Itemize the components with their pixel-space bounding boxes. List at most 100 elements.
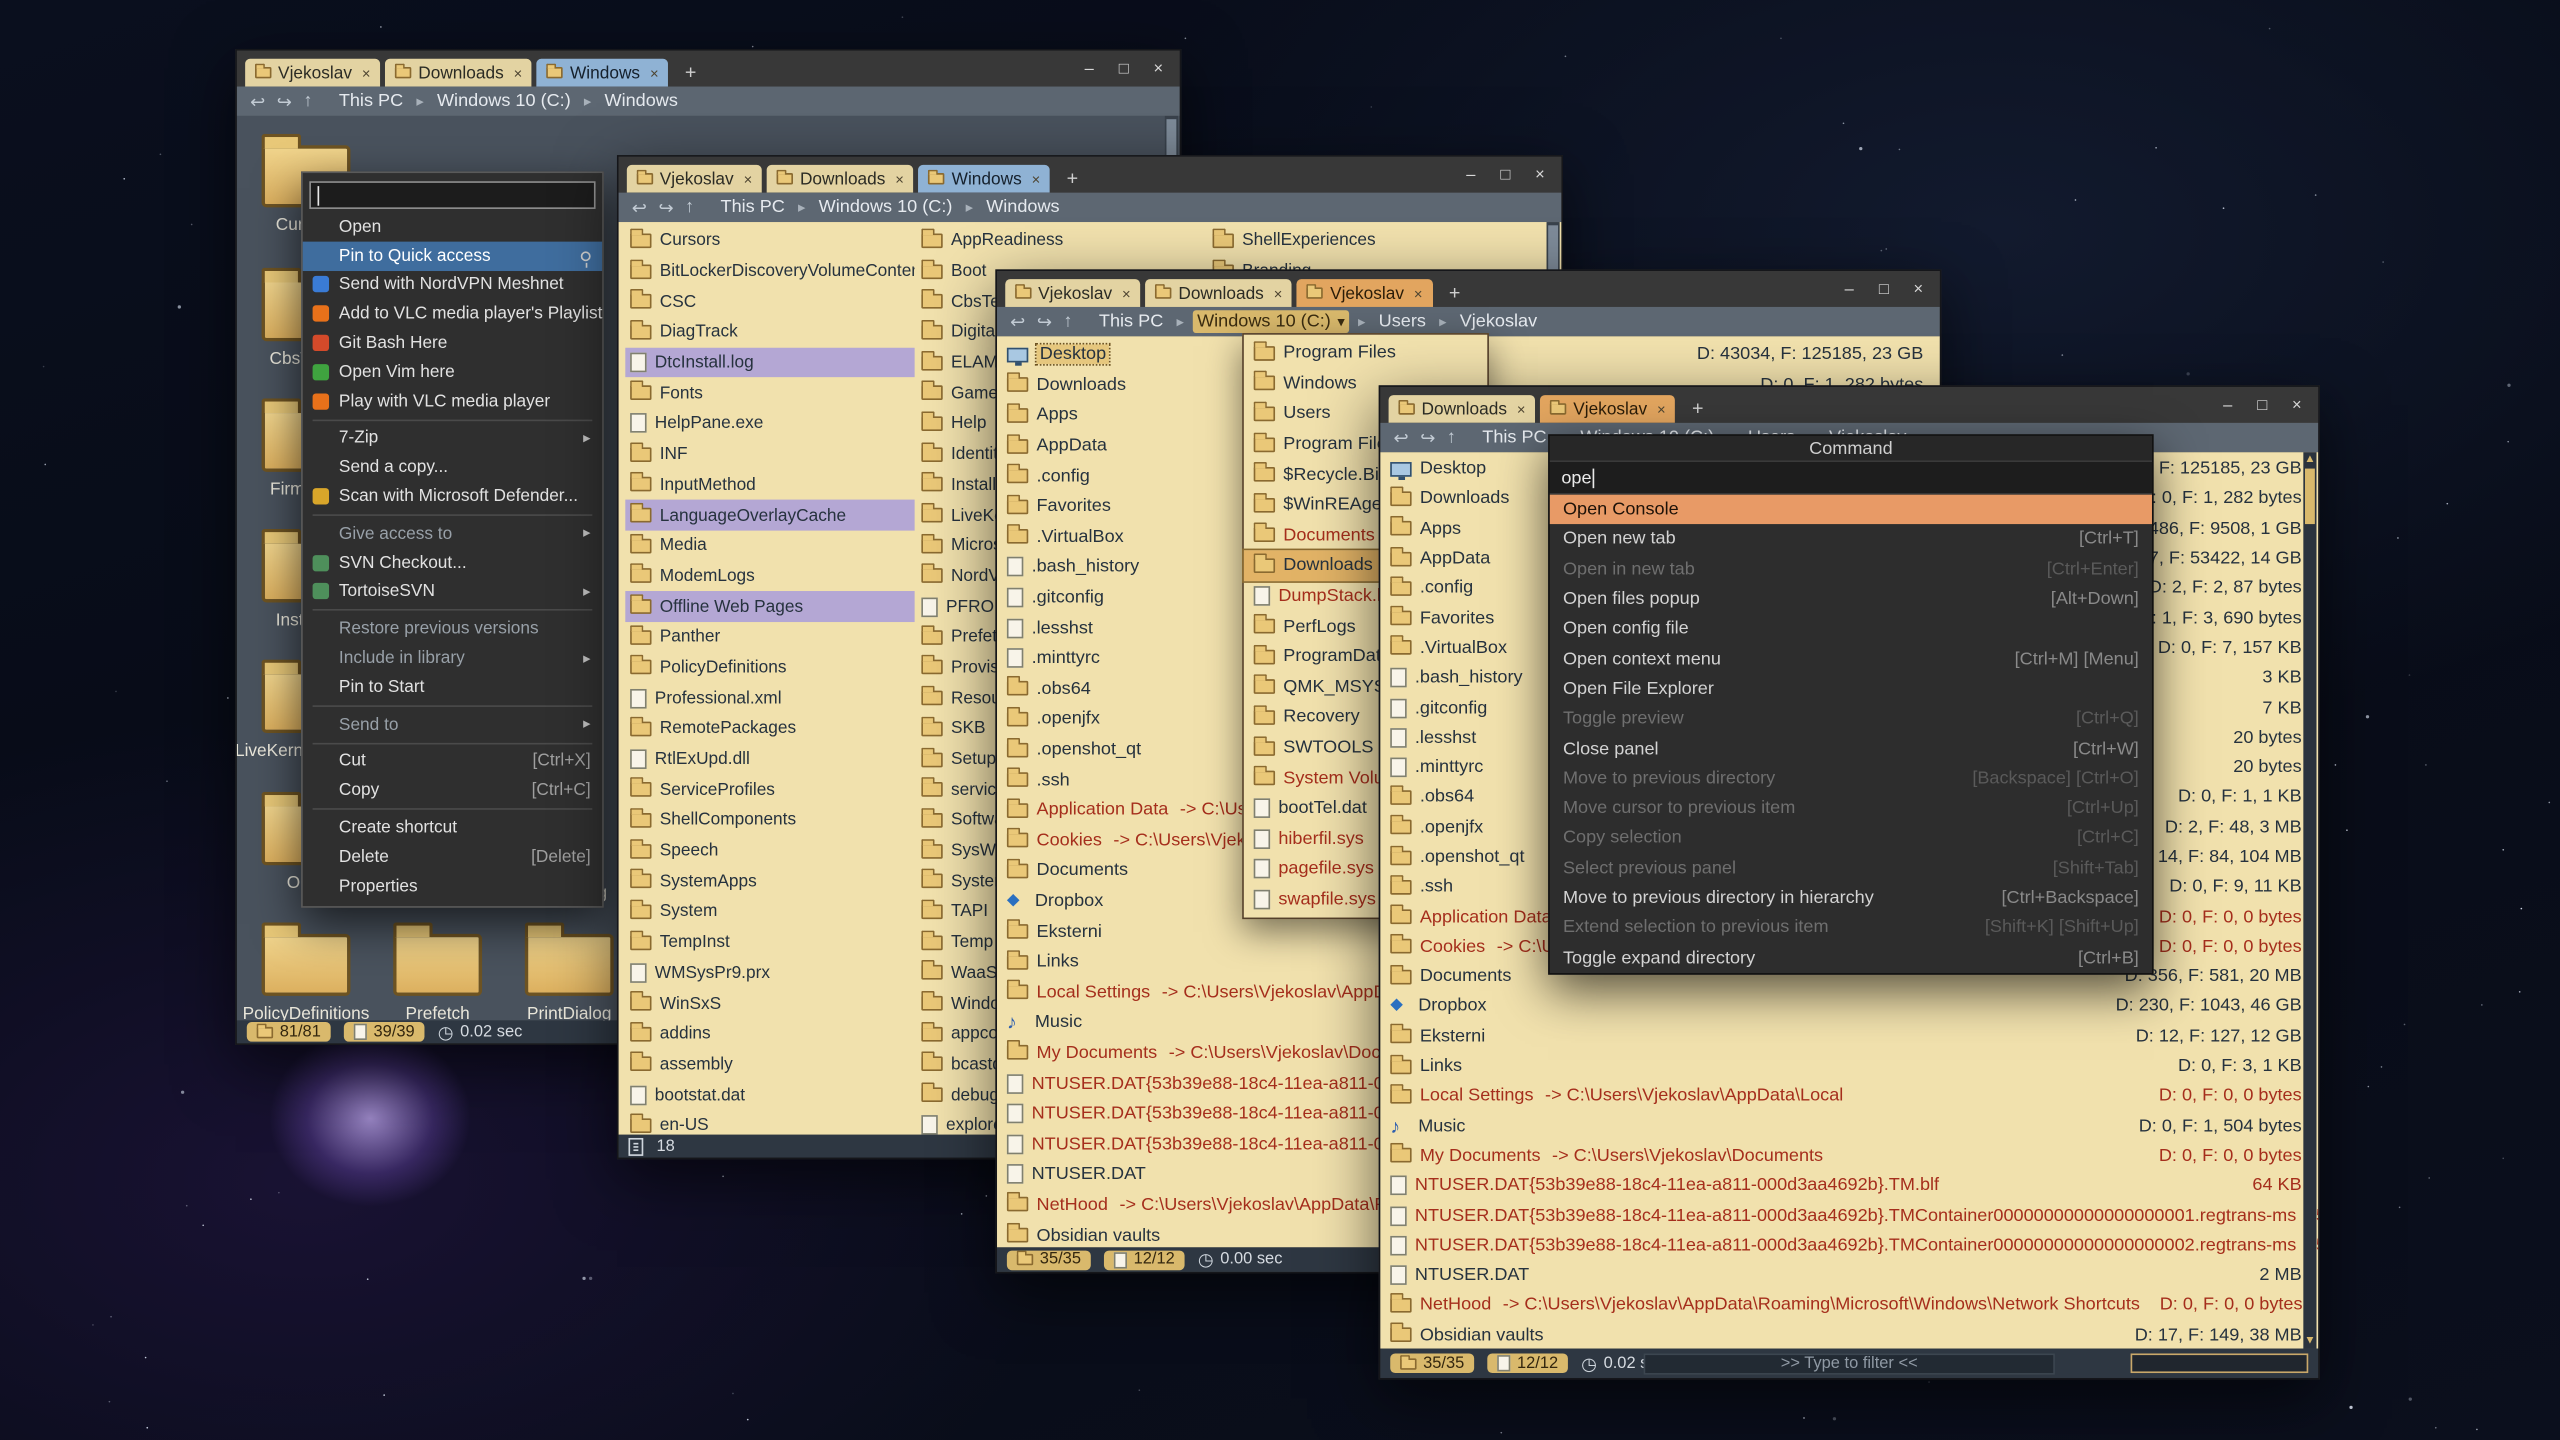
minimize-button[interactable]: – [1833, 275, 1866, 303]
menu-item[interactable]: Add to VLC media player's Playlist [303, 299, 602, 328]
forward-button[interactable]: ↪ [1037, 311, 1052, 332]
breadcrumb-item[interactable]: This PC [1094, 310, 1168, 333]
menu-item[interactable]: Send with NordVPN Meshnet [303, 270, 602, 299]
file-row[interactable]: Media [625, 530, 915, 561]
file-row[interactable]: WMSysPr9.prx [625, 958, 915, 989]
tab-windows[interactable]: Windows× [919, 165, 1050, 193]
menu-item[interactable]: Send to▸ [303, 710, 602, 739]
tab-close-icon[interactable]: × [1122, 285, 1131, 301]
menu-item[interactable]: SVN Checkout... [303, 548, 602, 577]
file-row[interactable]: Local Settings-> C:\Users\Vjekoslav\AppD… [1380, 1081, 2318, 1111]
file-row[interactable]: NTUSER.DAT2 MB [1380, 1260, 2318, 1290]
breadcrumb-item[interactable]: Vjekoslav [1455, 310, 1542, 333]
menu-item[interactable]: Properties [303, 871, 602, 900]
breadcrumb-item[interactable]: This PC [716, 196, 790, 219]
file-row[interactable]: DiagTrack [625, 317, 915, 348]
palette-item[interactable]: Open files popup[Alt+Down] [1550, 584, 2152, 614]
file-row[interactable]: RtlExUpd.dll [625, 744, 915, 775]
file-row[interactable]: System [625, 897, 915, 928]
forward-button[interactable]: ↪ [277, 91, 292, 112]
breadcrumb-item[interactable]: Users [1374, 310, 1431, 333]
file-row[interactable]: ShellExperiences [1208, 225, 1537, 256]
tab-close-icon[interactable]: × [514, 64, 523, 80]
menu-item[interactable]: Pin to Quick access [303, 241, 602, 270]
scroll-up-icon[interactable]: ▲ [2303, 452, 2316, 467]
menu-item[interactable]: Delete[Delete] [303, 842, 602, 871]
breadcrumb-item[interactable]: Windows 10 (C:) [432, 90, 576, 113]
palette-item[interactable]: Move cursor to previous item[Ctrl+Up] [1550, 793, 2152, 823]
close-button[interactable]: × [1142, 55, 1175, 83]
tab-vjekoslav[interactable]: Vjekoslav× [1540, 395, 1675, 423]
menu-item[interactable]: Include in library▸ [303, 644, 602, 673]
up-button[interactable]: ↑ [303, 91, 312, 111]
file-row[interactable]: addins [625, 1019, 915, 1050]
back-button[interactable]: ↩ [632, 197, 647, 218]
menu-item[interactable]: Restore previous versions [303, 614, 602, 643]
palette-item[interactable]: Close panel[Ctrl+W] [1550, 734, 2152, 764]
titlebar[interactable]: Vjekoslav×Downloads×Windows× + – □ × [619, 157, 1562, 193]
file-row[interactable]: PolicyDefinitions [625, 652, 915, 683]
tab-vjekoslav[interactable]: Vjekoslav× [627, 165, 762, 193]
titlebar[interactable]: Vjekoslav×Downloads×Windows×+ – □ × [237, 51, 1180, 87]
filter-input[interactable]: >> Type to filter << [1644, 1353, 2055, 1374]
file-row[interactable]: My Documents-> C:\Users\Vjekoslav\Docume… [1380, 1141, 2318, 1171]
tab-close-icon[interactable]: × [1414, 285, 1423, 301]
menu-item[interactable]: Create shortcut [303, 813, 602, 842]
file-row[interactable]: Cursors [625, 225, 915, 256]
file-row[interactable]: NTUSER.DAT{53b39e88-18c4-11ea-a811-000d3… [1380, 1171, 2318, 1201]
file-row[interactable]: TempInst [625, 927, 915, 958]
new-tab-button[interactable]: + [1060, 165, 1085, 189]
menu-item[interactable]: Send a copy... [303, 453, 602, 482]
file-row[interactable]: INF [625, 439, 915, 470]
palette-item[interactable]: Toggle expand directory[Ctrl+B] [1550, 943, 2152, 973]
tab-downloads[interactable]: Downloads× [385, 59, 532, 87]
palette-item[interactable]: Extend selection to previous item[Shift+… [1550, 913, 2152, 943]
titlebar[interactable]: Vjekoslav×Downloads×Vjekoslav×+ – □ × [997, 271, 1940, 307]
minimize-button[interactable]: – [2211, 391, 2244, 419]
tab-downloads[interactable]: Downloads× [767, 165, 914, 193]
file-row[interactable]: Offline Web Pages [625, 591, 915, 622]
desktop[interactable]: Vjekoslav×Downloads×Windows×+ – □ × ↩ ↪ … [0, 0, 2560, 1440]
tab-close-icon[interactable]: × [1517, 401, 1526, 417]
close-button[interactable]: × [1902, 275, 1935, 303]
file-row[interactable]: NetHood-> C:\Users\Vjekoslav\AppData\Roa… [1380, 1290, 2318, 1320]
file-row[interactable]: RemotePackages [625, 713, 915, 744]
menu-item[interactable]: TortoiseSVN▸ [303, 577, 602, 606]
menu-item[interactable]: Play with VLC media player [303, 387, 602, 416]
back-button[interactable]: ↩ [1394, 427, 1409, 448]
menu-item[interactable]: 7-Zip▸ [303, 424, 602, 453]
file-row[interactable]: Fonts [625, 378, 915, 409]
palette-item[interactable]: Open in new tab[Ctrl+Enter] [1550, 554, 2152, 584]
tab-close-icon[interactable]: × [895, 171, 904, 187]
breadcrumb-item[interactable]: Windows [981, 196, 1064, 219]
new-tab-button[interactable]: + [678, 59, 703, 83]
forward-button[interactable]: ↪ [1420, 427, 1435, 448]
palette-item[interactable]: Open config file [1550, 614, 2152, 644]
rename-input[interactable] [309, 181, 595, 209]
tab-close-icon[interactable]: × [362, 64, 371, 80]
file-row[interactable]: bootstat.dat [625, 1080, 915, 1111]
close-button[interactable]: × [2280, 391, 2313, 419]
menu-item[interactable]: Open [303, 212, 602, 241]
back-button[interactable]: ↩ [250, 91, 265, 112]
tab-close-icon[interactable]: × [650, 64, 659, 80]
file-row[interactable]: LanguageOverlayCache [625, 500, 915, 531]
file-row[interactable]: SystemApps [625, 866, 915, 897]
up-button[interactable]: ↑ [1064, 312, 1073, 332]
palette-item[interactable]: Toggle preview[Ctrl+Q] [1550, 704, 2152, 734]
menu-item[interactable]: Cut[Ctrl+X] [303, 747, 602, 776]
new-tab-button[interactable]: + [1442, 279, 1467, 303]
titlebar[interactable]: Downloads×Vjekoslav×+ – □ × [1380, 387, 2318, 423]
file-row[interactable]: AppReadiness [916, 225, 1206, 256]
file-row[interactable]: Professional.xml [625, 683, 915, 714]
forward-button[interactable]: ↪ [658, 197, 673, 218]
status-input[interactable] [2131, 1353, 2309, 1373]
minimize-button[interactable]: – [1454, 161, 1487, 189]
minimize-button[interactable]: – [1073, 55, 1106, 83]
scrollbar-thumb[interactable] [2305, 469, 2315, 525]
file-row[interactable]: ♪MusicD: 0, F: 1, 504 bytes [1380, 1111, 2318, 1141]
palette-item[interactable]: Open context menu[Ctrl+M] [Menu] [1550, 644, 2152, 674]
maximize-button[interactable]: □ [1489, 161, 1522, 189]
breadcrumb-item[interactable]: Windows [600, 90, 683, 113]
new-tab-button[interactable]: + [1685, 395, 1710, 419]
